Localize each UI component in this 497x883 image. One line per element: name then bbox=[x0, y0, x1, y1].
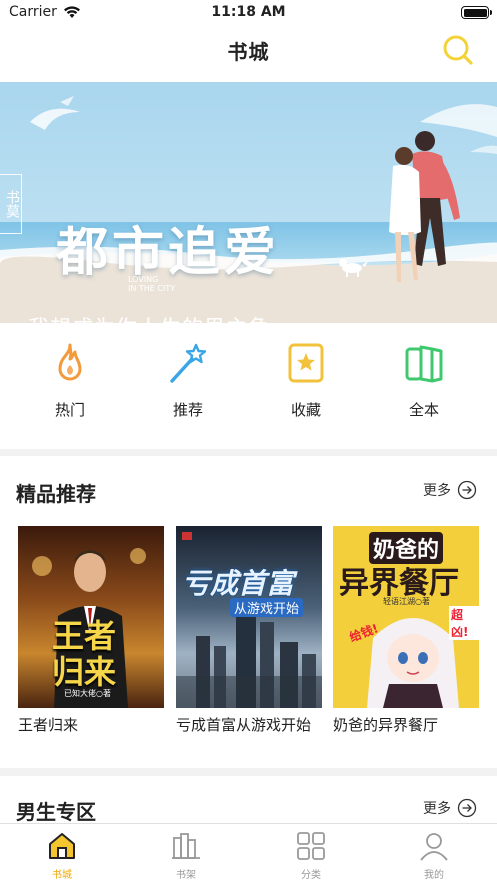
book-stack-icon bbox=[405, 345, 443, 383]
category-row: 热门 推荐 收藏 全本 bbox=[0, 323, 497, 449]
tab-label: 书城 bbox=[52, 870, 72, 881]
book-card[interactable]: 王者归来 已知大佬○著 王者归来 bbox=[18, 526, 164, 735]
banner-subtitle-en-line2: IN THE CITY bbox=[128, 284, 176, 293]
category-hot[interactable]: 热门 bbox=[30, 341, 110, 420]
tab-mine[interactable]: 我的 bbox=[394, 830, 474, 881]
book-cover: 奶爸的 异界餐厅 轻语江湖○著 超凶! 给钱! bbox=[333, 526, 479, 708]
section-title: 男生专区 bbox=[16, 800, 96, 824]
section-title: 精品推荐 bbox=[16, 482, 96, 506]
page-title: 书城 bbox=[227, 40, 270, 64]
star-icon bbox=[288, 343, 324, 383]
cover-author: 轻语江湖○著 bbox=[383, 597, 430, 606]
banner-subtitle: 我想成为你人生的男主角 bbox=[6, 313, 336, 323]
book-title: 亏成首富从游戏开始 bbox=[176, 716, 312, 734]
search-button[interactable] bbox=[440, 32, 476, 68]
arrow-right-icon bbox=[457, 480, 477, 500]
banner-subtitle-en: LOVING IN THE CITY bbox=[128, 275, 188, 293]
status-bar: Carrier 11:18 AM bbox=[0, 0, 497, 26]
banner-subtitle-en-line1: LOVING bbox=[128, 275, 159, 284]
bookshelf-icon bbox=[172, 833, 200, 859]
user-icon bbox=[420, 833, 448, 861]
category-favorites[interactable]: 收藏 bbox=[266, 341, 346, 420]
tab-category[interactable]: 分类 bbox=[271, 830, 351, 881]
search-icon bbox=[443, 35, 473, 65]
cover-tag: 超凶! bbox=[449, 606, 479, 640]
banner-stamp: 书莫 bbox=[0, 174, 22, 234]
category-label: 全本 bbox=[408, 401, 439, 419]
book-cover: 王者归来 已知大佬○著 bbox=[18, 526, 164, 708]
tab-bar: 书城 书架 分类 我的 bbox=[0, 823, 497, 883]
battery-icon bbox=[461, 6, 492, 19]
cover-author: 已知大佬○著 bbox=[64, 689, 111, 698]
status-time: 11:18 AM bbox=[211, 4, 286, 20]
banner-illustration bbox=[0, 82, 497, 323]
book-cover: 亏成首富 从游戏开始 bbox=[176, 526, 322, 708]
category-recommend[interactable]: 推荐 bbox=[148, 341, 228, 420]
category-label: 热门 bbox=[54, 401, 85, 419]
cover-title: 王者归来 bbox=[52, 617, 117, 691]
banner-subtitle-text: 我想成为你人生的男主角 bbox=[28, 312, 270, 323]
more-label: 更多 bbox=[423, 483, 451, 499]
cover-subtitle: 从游戏开始 bbox=[230, 598, 304, 617]
more-button[interactable]: 更多 bbox=[423, 480, 477, 500]
category-label: 收藏 bbox=[290, 401, 321, 419]
nav-bar: 书城 bbox=[0, 26, 497, 82]
book-card[interactable]: 亏成首富 从游戏开始 亏成首富从游戏开始 bbox=[176, 526, 322, 735]
arrow-right-icon bbox=[457, 798, 477, 818]
magic-wand-icon bbox=[170, 343, 207, 383]
grid-icon bbox=[297, 832, 325, 860]
cover-art bbox=[176, 532, 322, 708]
more-button[interactable]: 更多 bbox=[423, 798, 477, 818]
featured-section: 精品推荐 更多 王者归来 已知大佬○著 王者归来 亏成首富 从游戏开始 亏成首富… bbox=[0, 456, 497, 768]
more-label: 更多 bbox=[423, 801, 451, 817]
tab-bookshelf[interactable]: 书架 bbox=[146, 830, 226, 881]
cover-title: 亏成首富 bbox=[182, 567, 295, 600]
tab-label: 书架 bbox=[176, 870, 196, 881]
book-title: 奶爸的异界餐厅 bbox=[333, 716, 439, 734]
category-complete[interactable]: 全本 bbox=[384, 341, 464, 420]
banner-title: 都市追爱 bbox=[56, 222, 281, 283]
flame-icon bbox=[58, 343, 82, 381]
category-label: 推荐 bbox=[172, 401, 203, 419]
tab-bookstore[interactable]: 书城 bbox=[22, 830, 102, 881]
promo-banner[interactable]: 书莫 都市追爱 LOVING IN THE CITY 我想成为你人生的男主角 bbox=[0, 82, 497, 323]
book-title: 王者归来 bbox=[18, 716, 79, 734]
home-icon bbox=[49, 833, 75, 859]
book-card[interactable]: 奶爸的 异界餐厅 轻语江湖○著 超凶! 给钱! 奶爸的异界餐厅 bbox=[333, 526, 479, 735]
tab-label: 我的 bbox=[424, 870, 444, 881]
tab-label: 分类 bbox=[301, 870, 321, 881]
